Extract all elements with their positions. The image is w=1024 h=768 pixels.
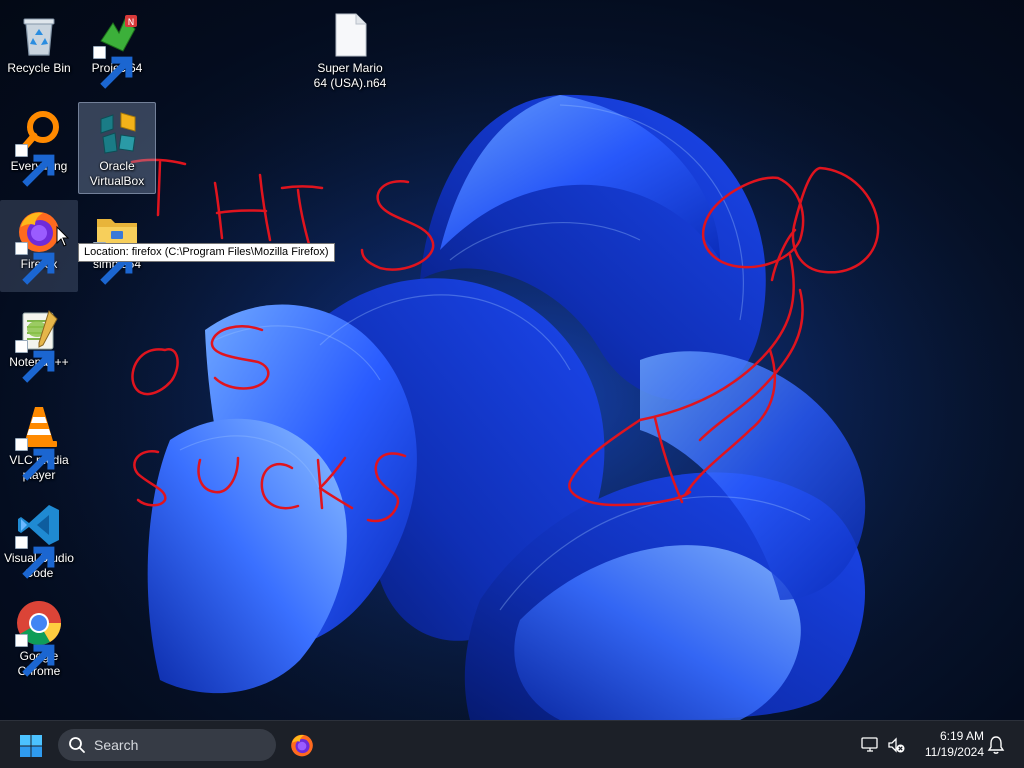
- desktop-icon-everything[interactable]: Everything: [0, 102, 78, 194]
- vscode-icon: [15, 501, 63, 579]
- shortcut-arrow-icon: [93, 46, 133, 89]
- desktop-icon-vscode[interactable]: Visual Studio Code: [0, 494, 78, 586]
- shortcut-arrow-icon: [15, 242, 55, 285]
- windows-logo-icon: [20, 735, 42, 757]
- taskbar-firefox-button[interactable]: [286, 729, 318, 761]
- taskbar: Search 6:19 AM 11/19/2024: [0, 720, 1024, 768]
- everything-search-icon: [15, 109, 63, 187]
- desktop[interactable]: Recycle Bin N Project64 Super Mario 64 (…: [0, 0, 1024, 720]
- shortcut-arrow-icon: [15, 144, 55, 187]
- shortcut-arrow-icon: [15, 634, 55, 677]
- clock-date: 11/19/2024: [924, 745, 984, 759]
- shortcut-arrow-icon: [15, 536, 55, 579]
- desktop-icon-google-chrome[interactable]: Google Chrome: [0, 592, 78, 684]
- desktop-icon-virtualbox[interactable]: Oracle VirtualBox: [78, 102, 156, 194]
- firefox-location-tooltip: Location: firefox (C:\Program Files\Mozi…: [78, 243, 335, 262]
- search-placeholder: Search: [94, 737, 139, 753]
- notepad-plus-plus-icon: [15, 305, 63, 383]
- network-icon[interactable]: [860, 735, 880, 755]
- virtualbox-icon: [93, 109, 141, 157]
- project64-icon: N: [93, 11, 141, 89]
- file-icon: [326, 11, 374, 59]
- desktop-icon-label: Recycle Bin: [7, 61, 71, 75]
- chrome-icon: [15, 599, 63, 677]
- search-icon: [69, 737, 85, 753]
- taskbar-search-box[interactable]: Search: [58, 729, 276, 761]
- svg-text:N: N: [128, 18, 135, 28]
- mouse-cursor-icon: [56, 226, 70, 247]
- shortcut-arrow-icon: [15, 340, 55, 383]
- desktop-icon-label: Super Mario 64 (USA).n64: [313, 61, 387, 90]
- desktop-icon-notepad-plus-plus[interactable]: Notepad++: [0, 298, 78, 390]
- shortcut-arrow-icon: [15, 438, 55, 481]
- volume-muted-icon[interactable]: [886, 735, 906, 755]
- desktop-icon-vlc[interactable]: VLC media player: [0, 396, 78, 488]
- desktop-icon-super-mario-rom[interactable]: Super Mario 64 (USA).n64: [311, 4, 389, 96]
- desktop-icon-recycle-bin[interactable]: Recycle Bin: [0, 4, 78, 96]
- recycle-bin-icon: [15, 11, 63, 59]
- firefox-icon: [291, 734, 313, 757]
- desktop-icon-label: Oracle VirtualBox: [89, 159, 145, 188]
- taskbar-clock[interactable]: 6:19 AM 11/19/2024: [912, 728, 984, 760]
- notification-bell-icon[interactable]: [987, 735, 1005, 755]
- desktop-icon-project64[interactable]: N Project64: [78, 4, 156, 96]
- vlc-cone-icon: [15, 403, 63, 481]
- start-button[interactable]: [16, 731, 46, 761]
- clock-time: 6:19 AM: [939, 729, 984, 743]
